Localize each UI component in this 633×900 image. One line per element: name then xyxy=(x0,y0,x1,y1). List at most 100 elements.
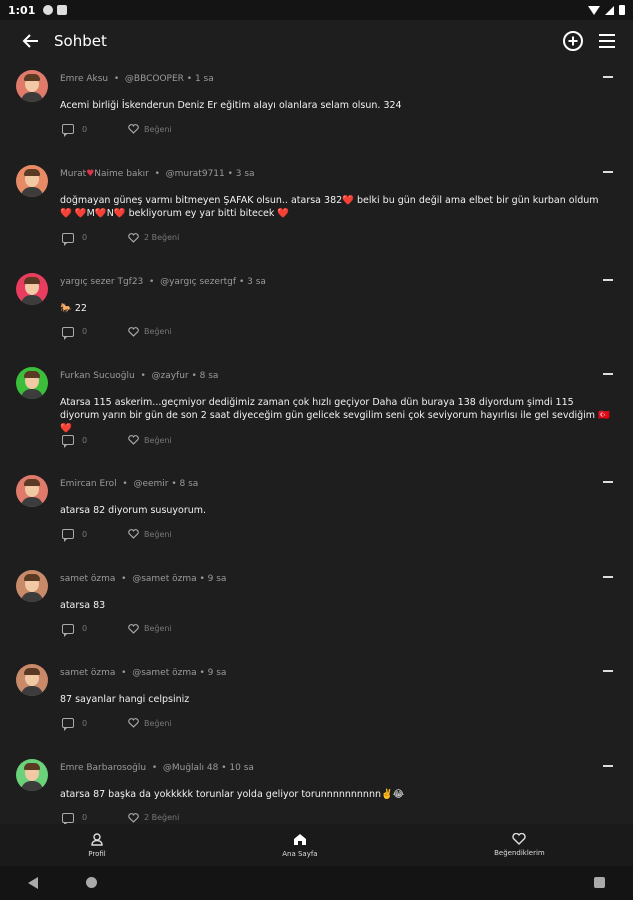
comment-icon[interactable] xyxy=(62,812,74,824)
menu-icon[interactable] xyxy=(599,34,615,48)
post-item[interactable]: Furkan Sucuoğlu • @zayfur • 8 sa Atarsa … xyxy=(0,359,633,467)
post-actions: 0 Beğeni xyxy=(62,124,172,137)
avatar[interactable] xyxy=(16,70,48,102)
author-handle: @BBCOOPER xyxy=(124,74,184,84)
like-count: Beğeni xyxy=(144,624,172,633)
post-text: Atarsa 115 askerim...geçmiyor dediğimiz … xyxy=(60,397,610,434)
comment-icon[interactable] xyxy=(62,529,74,542)
comment-icon[interactable] xyxy=(62,718,74,731)
like-heart-icon[interactable] xyxy=(128,232,139,243)
post-item[interactable]: samet özma • @samet özma • 9 sa 87 sayan… xyxy=(0,656,633,751)
home-icon xyxy=(293,833,306,845)
post-text: doğmayan güneş varmı bitmeyen ŞAFAK olsu… xyxy=(60,194,599,219)
nav-home[interactable]: Ana Sayfa xyxy=(282,833,318,858)
comment-count: 0 xyxy=(82,233,88,242)
author-name[interactable]: samet özma xyxy=(60,668,115,678)
author-name[interactable]: Furkan Sucuoğlu xyxy=(60,371,135,381)
like-heart-icon[interactable] xyxy=(128,326,139,337)
battery-icon xyxy=(619,5,625,15)
system-back-icon[interactable] xyxy=(28,877,38,889)
author-name[interactable]: samet özma xyxy=(60,574,115,584)
author-handle: @samet özma xyxy=(132,668,197,678)
wifi-icon xyxy=(588,5,600,15)
avatar[interactable] xyxy=(16,272,48,305)
more-options-icon[interactable] xyxy=(603,764,613,767)
status-time: 1:01 xyxy=(8,3,36,17)
like-count: Beğeni xyxy=(144,435,172,445)
like-count: 2 Beğeni xyxy=(144,233,180,242)
notification-icon xyxy=(57,5,68,15)
signal-icon xyxy=(605,5,614,15)
nav-profile[interactable]: Profil xyxy=(88,832,106,858)
like-heart-icon[interactable] xyxy=(128,435,139,445)
post-actions: 0 Beğeni xyxy=(62,529,172,542)
notification-icon xyxy=(43,5,54,15)
more-options-icon[interactable] xyxy=(603,278,613,281)
author-name[interactable]: Murat xyxy=(60,169,86,179)
post-time: 10 sa xyxy=(229,762,254,773)
post-actions: 0 Beğeni xyxy=(62,435,172,448)
status-bar: 1:01 xyxy=(0,0,633,20)
like-heart-icon[interactable] xyxy=(128,812,139,823)
bottom-nav: Profil Ana Sayfa Beğendiklerim xyxy=(0,824,633,866)
more-options-icon[interactable] xyxy=(603,670,613,672)
avatar[interactable] xyxy=(16,758,48,791)
author-name[interactable]: Emircan Erol xyxy=(60,479,117,489)
post-item[interactable]: Emre Barbarosoğlu • @Muğlalı 48 • 10 sa … xyxy=(0,751,633,824)
post-meta: Emre Barbarosoğlu • @Muğlalı 48 • 10 sa xyxy=(60,762,254,773)
add-post-icon[interactable] xyxy=(563,31,583,51)
post-meta: Furkan Sucuoğlu • @zayfur • 8 sa xyxy=(60,371,219,381)
like-count: 2 Beğeni xyxy=(144,813,180,822)
author-handle: @yargıç sezertgf xyxy=(160,276,237,287)
like-count: Beğeni xyxy=(144,124,172,134)
post-item[interactable]: Emre Aksu • @BBCOOPER • 1 sa Acemi birli… xyxy=(0,62,633,157)
comment-icon[interactable] xyxy=(62,124,74,137)
avatar[interactable] xyxy=(16,164,48,197)
like-count: Beğeni xyxy=(144,327,172,336)
system-recents-icon[interactable] xyxy=(594,877,605,888)
post-actions: 0 2 Beğeni xyxy=(62,812,180,824)
comment-icon[interactable] xyxy=(62,435,74,448)
avatar[interactable] xyxy=(16,569,48,602)
comment-count: 0 xyxy=(82,529,88,539)
like-heart-icon[interactable] xyxy=(128,623,139,634)
avatar[interactable] xyxy=(16,475,48,507)
post-time: 9 sa xyxy=(207,668,227,678)
author-name[interactable]: yargıç sezer Tgf23 xyxy=(60,277,143,287)
post-item[interactable]: Murat♥Naime bakır • @murat9711 • 3 sa do… xyxy=(0,157,633,265)
comment-icon[interactable] xyxy=(62,623,74,637)
like-heart-icon[interactable] xyxy=(128,718,139,728)
back-arrow-icon[interactable] xyxy=(20,30,42,52)
person-icon xyxy=(91,832,103,846)
more-options-icon[interactable] xyxy=(603,373,613,375)
like-heart-icon[interactable] xyxy=(128,124,139,134)
comment-icon[interactable] xyxy=(62,232,74,246)
more-options-icon[interactable] xyxy=(603,170,613,173)
post-item[interactable]: yargıç sezer Tgf23 • @yargıç sezertgf • … xyxy=(0,265,633,360)
nav-liked[interactable]: Beğendiklerim xyxy=(494,833,545,857)
post-item[interactable]: samet özma • @samet özma • 9 sa atarsa 8… xyxy=(0,562,633,657)
post-actions: 0 Beğeni xyxy=(62,718,172,731)
comment-count: 0 xyxy=(82,813,88,822)
heart-icon xyxy=(512,833,527,845)
system-home-icon[interactable] xyxy=(86,877,97,888)
author-name[interactable]: Emre Barbarosoğlu xyxy=(60,763,146,773)
more-options-icon[interactable] xyxy=(603,76,613,78)
author-name[interactable]: Emre Aksu xyxy=(60,74,108,84)
comment-icon[interactable] xyxy=(62,326,74,340)
nav-label: Profil xyxy=(88,849,106,858)
post-text: atarsa 87 başka da yokkkkk torunlar yold… xyxy=(60,788,404,800)
more-options-icon[interactable] xyxy=(603,575,613,578)
avatar[interactable] xyxy=(16,367,48,399)
post-feed[interactable]: Emre Aksu • @BBCOOPER • 1 sa Acemi birli… xyxy=(0,62,633,824)
post-text: Acemi birliği İskenderun Deniz Er eğitim… xyxy=(60,100,402,111)
nav-label: Beğendiklerim xyxy=(494,849,545,857)
more-options-icon[interactable] xyxy=(603,481,613,483)
post-time: 3 sa xyxy=(247,276,266,287)
avatar[interactable] xyxy=(16,664,48,696)
post-item[interactable]: Emircan Erol • @eemir • 8 sa atarsa 82 d… xyxy=(0,467,633,562)
like-heart-icon[interactable] xyxy=(128,529,139,539)
post-actions: 0 2 Beğeni xyxy=(62,232,180,246)
author-handle: @Muğlalı 48 xyxy=(162,762,219,773)
post-actions: 0 Beğeni xyxy=(62,326,172,340)
